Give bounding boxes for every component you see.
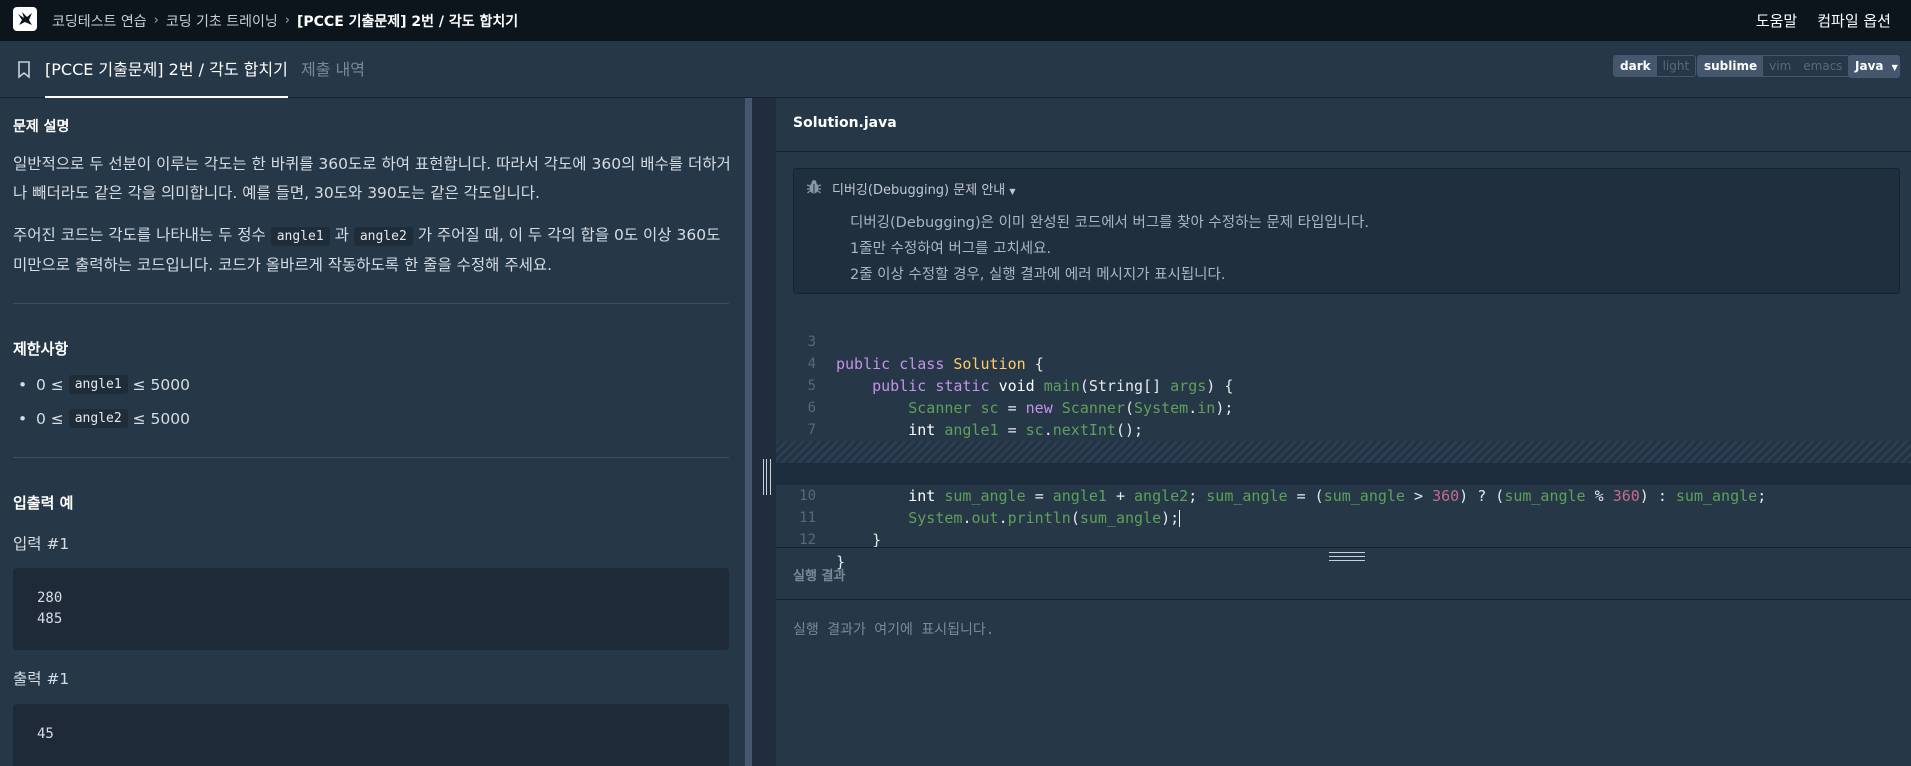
resize-handle-icon[interactable]: [1329, 552, 1365, 561]
code-line[interactable]: 7 int angle2 = sc.nextInt();: [776, 397, 1911, 461]
breadcrumb-item-current: [PCCE 기출문제] 2번 / 각도 합치기: [296, 13, 519, 30]
divider: [776, 599, 1911, 600]
code-line[interactable]: 4 public static void main(String[] args)…: [776, 331, 1911, 395]
code-line[interactable]: 3 public class Solution {: [776, 309, 1911, 373]
guide-line: 2줄 이상 수정할 경우, 실행 결과에 에러 메시지가 표시됩니다.: [850, 267, 1226, 283]
divider: [13, 303, 729, 304]
code-angle2: angle2: [353, 227, 413, 246]
keymap-emacs-button[interactable]: emacs: [1797, 56, 1848, 76]
editor-filename: Solution.java: [793, 115, 897, 131]
breadcrumb: 코딩테스트 연습 › 코딩 기초 트레이닝 › [PCCE 기출문제] 2번 /…: [52, 0, 518, 41]
code-angle1: angle1: [270, 227, 330, 246]
breadcrumb-item-training[interactable]: 코딩 기초 트레이닝: [166, 11, 278, 31]
input-example-box: 280 485: [13, 568, 729, 650]
chevron-right-icon: ›: [284, 13, 290, 28]
theme-light-button[interactable]: light: [1657, 56, 1696, 76]
divider: [776, 151, 1911, 152]
divider: [13, 457, 729, 458]
bug-icon: [806, 180, 822, 194]
code-line[interactable]: 8: [776, 419, 1911, 460]
limit-item: 0 ≤ angle1 ≤ 5000: [18, 375, 190, 394]
scrollbar[interactable]: [745, 98, 752, 766]
description-title: 문제 설명: [13, 119, 70, 135]
io-example-title: 입출력 예: [13, 494, 74, 512]
limits-title: 제한사항: [13, 340, 69, 358]
limit-item: 0 ≤ angle2 ≤ 5000: [18, 409, 190, 428]
keymap-vim-button[interactable]: vim: [1763, 56, 1797, 76]
result-output: 실행 결과가 여기에 표시됩니다.: [793, 622, 995, 638]
tab-problem[interactable]: [PCCE 기출문제] 2번 / 각도 합치기: [45, 56, 288, 98]
code-line-current[interactable]: 10 System.out.println(sum_angle);: [776, 463, 1911, 527]
breadcrumb-item-practice[interactable]: 코딩테스트 연습: [52, 11, 147, 31]
top-nav: 코딩테스트 연습 › 코딩 기초 트레이닝 › [PCCE 기출문제] 2번 /…: [0, 0, 1911, 41]
code-line[interactable]: 11 }: [776, 485, 1911, 549]
theme-dark-button[interactable]: dark: [1614, 56, 1657, 76]
input-label: 입력 #1: [13, 535, 70, 553]
output-example-box: 45: [13, 704, 729, 766]
description-paragraph-1: 일반적으로 두 선분이 이루는 각도는 한 바퀴를 360도로 하여 표현합니다…: [13, 155, 731, 202]
tab-submissions[interactable]: 제출 내역: [301, 56, 365, 84]
caret-down-icon: ▼: [1891, 63, 1898, 72]
code-line[interactable]: 12 }: [776, 507, 1911, 571]
output-label: 출력 #1: [13, 670, 70, 688]
guide-line: 1줄만 수정하여 버그를 고치세요.: [850, 241, 1052, 257]
debugging-guide-toggle[interactable]: 디버깅(Debugging) 문제 안내 ▼: [832, 179, 1016, 198]
bookmark-icon[interactable]: [17, 61, 31, 79]
help-link[interactable]: 도움말: [1756, 10, 1797, 31]
divider: [776, 547, 1911, 548]
panel-divider[interactable]: [752, 98, 776, 766]
drag-handle-icon[interactable]: [763, 459, 771, 495]
guide-line: 디버깅(Debugging)은 이미 완성된 코드에서 버그를 찾아 수정하는 …: [850, 215, 1369, 231]
description-paragraph-2: 주어진 코드는 각도를 나타내는 두 정수 angle1 과 angle2 가 …: [13, 226, 721, 274]
keymap-toggle: sublime vim emacs: [1697, 55, 1850, 77]
theme-toggle: dark light: [1613, 55, 1697, 77]
compile-options-link[interactable]: 컴파일 옵션: [1817, 10, 1891, 31]
caret-down-icon: ▼: [1009, 187, 1016, 196]
programmers-logo-icon[interactable]: [13, 7, 37, 31]
chevron-right-icon: ›: [153, 13, 159, 28]
keymap-sublime-button[interactable]: sublime: [1698, 56, 1764, 76]
language-select[interactable]: Java ▼: [1848, 55, 1900, 78]
code-line[interactable]: 5 Scanner sc = new Scanner(System.in);: [776, 353, 1911, 417]
code-line[interactable]: 6 int angle1 = sc.nextInt();: [776, 375, 1911, 439]
result-title: 실행 결과: [793, 569, 846, 584]
code-line-modified[interactable]: ✓ 9 int sum_angle = angle1 + angle2; sum…: [776, 441, 1911, 505]
